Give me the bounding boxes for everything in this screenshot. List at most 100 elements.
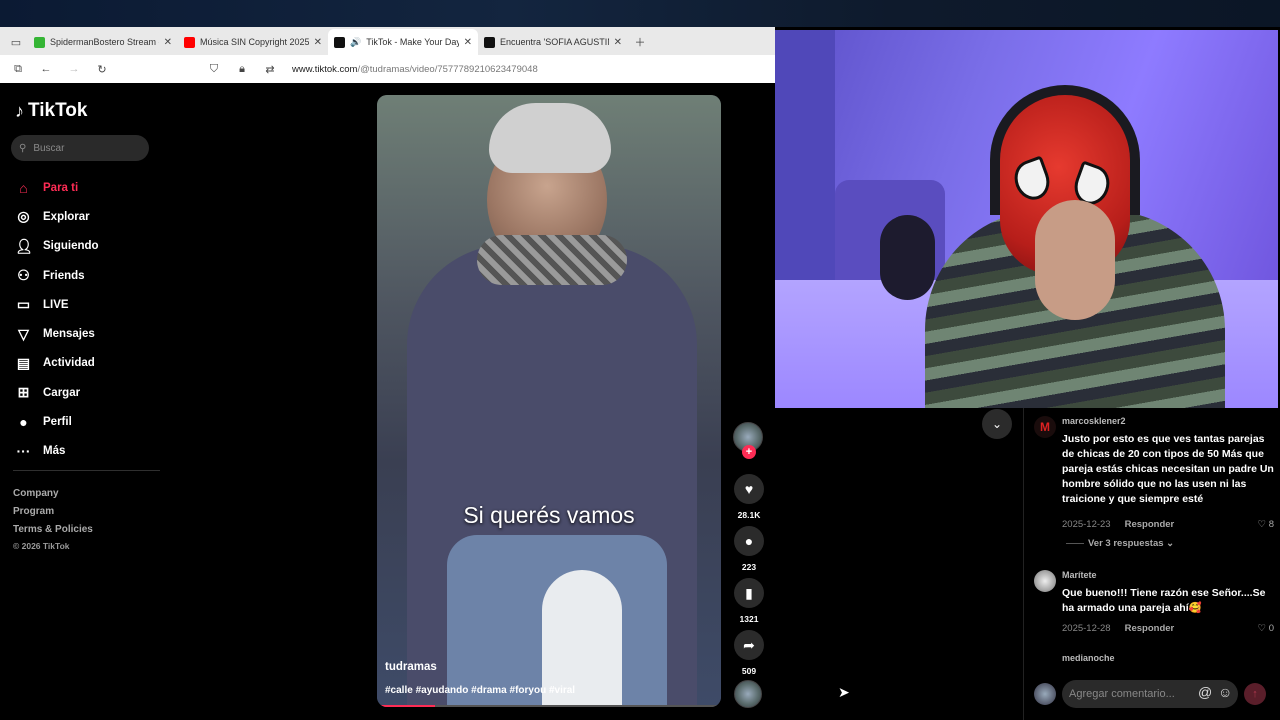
follow-plus-icon[interactable]: + xyxy=(742,445,756,459)
reload-icon[interactable]: ↻ xyxy=(90,56,114,82)
sound-disc-avatar[interactable] xyxy=(734,680,762,708)
new-tab-icon[interactable]: ＋ xyxy=(628,29,652,55)
sidebar-item-label: Actividad xyxy=(43,357,95,370)
comment-like-button[interactable]: ♡ 8 xyxy=(1258,519,1274,530)
video-progress-bar[interactable] xyxy=(377,705,721,707)
bookmark-icon: ▮ xyxy=(734,578,764,608)
friends-icon: ⚇ xyxy=(17,267,30,284)
compass-icon: ◎ xyxy=(17,208,30,225)
share-button[interactable]: ➦ 509 xyxy=(734,630,764,676)
sidebar-nav: ⌂ Para ti ◎ Explorar 👤︎ Siguiendo ⚇ Friends … xyxy=(15,173,99,466)
sidebar-item-label: LIVE xyxy=(43,298,69,311)
comment-text: Que bueno!!! Tiene razón ese Señor....Se… xyxy=(1062,587,1266,614)
sidebar-item-perfil[interactable]: ● Perfil xyxy=(15,407,99,436)
footer-company-link[interactable]: Company xyxy=(13,485,93,503)
close-tab-icon[interactable]: ✕ xyxy=(464,37,472,48)
emoji-icon[interactable]: ☺ xyxy=(1218,684,1232,700)
sidebar-item-cargar[interactable]: ⊞ Cargar xyxy=(15,378,99,407)
reply-button[interactable]: Responder xyxy=(1125,623,1175,634)
sidebar-footer: Company Program Terms & Policies © 2026 … xyxy=(13,485,93,553)
comment-username[interactable]: medianoche xyxy=(1062,653,1115,663)
sidebar-item-label: Explorar xyxy=(43,210,90,223)
send-comment-button[interactable]: ↑ xyxy=(1244,683,1266,705)
share-icon: ➦ xyxy=(734,630,764,660)
url-field[interactable]: www.tiktok.com/@tudramas/video/757778921… xyxy=(292,64,538,75)
comment-like-button[interactable]: ♡ 0 xyxy=(1258,623,1274,634)
sidebar-item-siguiendo[interactable]: 👤︎ Siguiendo xyxy=(15,232,99,261)
permissions-icon[interactable]: ⇄ xyxy=(258,56,282,82)
action-column: + ♥ 28.1K ● 223 ▮ 1321 ➦ 509 xyxy=(733,422,765,708)
reply-button[interactable]: Responder xyxy=(1125,519,1175,530)
close-tab-icon[interactable]: ✕ xyxy=(164,37,172,48)
footer-copyright: © 2026 TikTok xyxy=(13,541,70,551)
comment-input-placeholder: Agregar comentario... xyxy=(1069,688,1175,700)
footer-terms-link[interactable]: Terms & Policies xyxy=(13,521,93,539)
audio-playing-icon[interactable]: 🔊 xyxy=(350,37,361,48)
comment-count: 223 xyxy=(741,562,757,572)
comment-username[interactable]: Marítete xyxy=(1062,570,1097,580)
cam-person-hand xyxy=(1035,200,1115,320)
tab-tiktok[interactable]: 🔊 TikTok - Make Your Day ✕ xyxy=(328,29,478,55)
comment-item: Marítete Que bueno!!! Tiene razón ese Se… xyxy=(1034,570,1274,640)
comment-icon: ● xyxy=(734,526,764,556)
save-button[interactable]: ▮ 1321 xyxy=(734,578,764,624)
save-count: 1321 xyxy=(739,614,759,624)
tab-actions-icon[interactable]: ▭ xyxy=(4,29,28,55)
tab-encuentra[interactable]: Encuentra 'SOFIA AGUSTINA' e ✕ xyxy=(478,29,628,55)
comment-item: medianoche xyxy=(1034,653,1274,673)
mention-icon[interactable]: @ xyxy=(1198,684,1212,700)
sidebar: ♪ TikTok ⚲ Buscar ⌂ Para ti ◎ Explorar 👤︎ S… xyxy=(0,83,170,720)
tiktok-logo[interactable]: ♪ TikTok xyxy=(15,100,87,122)
video-person-hair xyxy=(489,103,611,173)
search-icon: ⚲ xyxy=(19,142,27,154)
comment-button[interactable]: ● 223 xyxy=(734,526,764,572)
close-tab-icon[interactable]: ✕ xyxy=(314,37,322,48)
tab-musica[interactable]: Música SIN Copyright 2025 🔥 ✕ xyxy=(178,29,328,55)
close-tab-icon[interactable]: ✕ xyxy=(614,37,622,48)
sidebar-item-actividad[interactable]: ▤ Actividad xyxy=(15,349,99,378)
next-video-chevron-down-icon[interactable]: ⌄ xyxy=(982,409,1012,439)
shield-icon[interactable]: ⛉ xyxy=(202,56,226,82)
webcam-overlay xyxy=(775,30,1278,408)
my-avatar xyxy=(1034,683,1056,705)
sidebar-item-live[interactable]: ▭ LIVE xyxy=(15,290,99,319)
youtube-favicon-icon xyxy=(184,36,195,48)
comment-avatar[interactable] xyxy=(1034,570,1056,592)
sidebar-item-label: Mensajes xyxy=(43,328,95,341)
forward-icon[interactable]: → xyxy=(62,56,86,82)
video-author[interactable]: tudramas xyxy=(385,661,437,673)
kick-favicon-icon xyxy=(34,36,45,48)
arrow-up-icon: ↑ xyxy=(1252,688,1258,700)
more-icon: ··· xyxy=(16,443,31,460)
tab-spiderman-stream[interactable]: SpidermanBostero Stream - Wa ✕ xyxy=(28,29,178,55)
video-hashtags[interactable]: #calle #ayudando #drama #foryou #viral xyxy=(385,685,575,696)
back-icon[interactable]: ← xyxy=(34,56,58,82)
tab-title: Encuentra 'SOFIA AGUSTINA' e xyxy=(500,37,609,47)
sidebar-toggle-icon[interactable]: ⧉ xyxy=(6,56,30,82)
live-icon: ▭ xyxy=(16,296,31,313)
sidebar-item-label: Para ti xyxy=(43,181,79,194)
sidebar-item-friends[interactable]: ⚇ Friends xyxy=(15,261,99,290)
comment-like-count: 8 xyxy=(1268,519,1274,530)
sidebar-item-para-ti[interactable]: ⌂ Para ti xyxy=(15,173,99,202)
like-button[interactable]: ♥ 28.1K xyxy=(734,474,764,520)
cam-microphone xyxy=(880,215,935,300)
browser-window: ▭ SpidermanBostero Stream - Wa ✕ Música … xyxy=(0,27,775,83)
video-caption: Si querés vamos xyxy=(463,502,635,528)
comment-username[interactable]: marcosklener2 xyxy=(1062,416,1126,426)
search-input[interactable]: ⚲ Buscar xyxy=(11,135,149,161)
sidebar-item-explorar[interactable]: ◎ Explorar xyxy=(15,202,99,231)
comment-like-count: 0 xyxy=(1268,623,1274,634)
footer-program-link[interactable]: Program xyxy=(13,503,93,521)
sidebar-item-mas[interactable]: ··· Más xyxy=(15,437,99,466)
view-replies-button[interactable]: Ver 3 respuestas ⌄ xyxy=(1066,538,1174,549)
heart-icon: ♥ xyxy=(734,474,764,504)
comment-avatar[interactable]: M xyxy=(1034,416,1056,438)
like-count: 28.1K xyxy=(737,510,761,520)
lock-icon[interactable]: 🔒︎ xyxy=(230,56,254,82)
home-icon: ⌂ xyxy=(19,179,28,196)
video-player[interactable]: Si querés vamos tudramas #calle #ayudand… xyxy=(377,95,721,707)
sidebar-item-mensajes[interactable]: ▽ Mensajes xyxy=(15,319,99,348)
logo-text: TikTok xyxy=(28,100,88,121)
comment-input-row: Agregar comentario... @ ☺ ↑ xyxy=(1034,680,1274,708)
